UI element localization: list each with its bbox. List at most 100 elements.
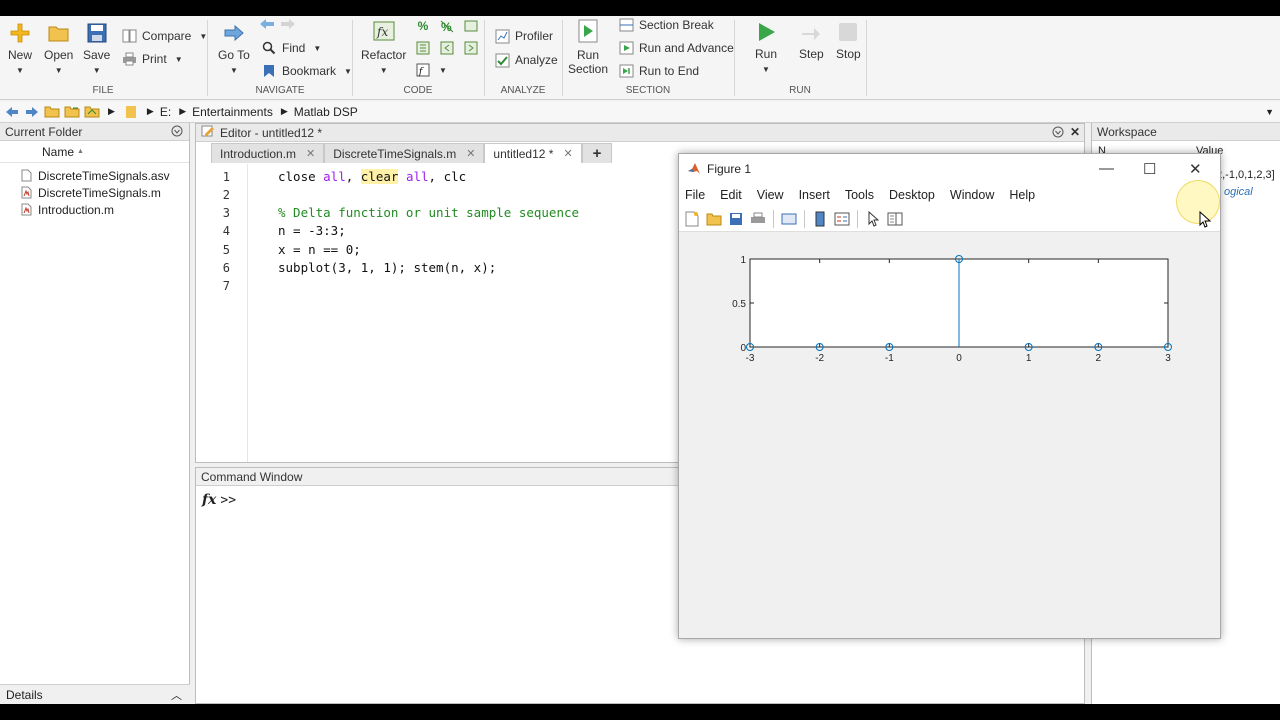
insert-legend-icon[interactable] [833,210,851,228]
run-button[interactable]: Run ▼ [754,21,778,74]
figure-titlebar[interactable]: Figure 1 — ☐ ✕ [679,154,1220,184]
tab-untitled12[interactable]: untitled12 * ✕ [484,143,582,163]
open-button-label: Open [44,48,74,62]
file-item[interactable]: DiscreteTimeSignals.asv [0,167,189,184]
bookmark-button[interactable]: Bookmark ▼ [261,63,352,79]
group-label-run: RUN [789,85,811,96]
find-button-label: Find [282,41,306,55]
decrease-indent-icon[interactable] [439,40,455,56]
stop-button[interactable]: Stop [836,21,861,61]
uncomment-icon[interactable]: % [439,18,455,34]
edit-plot-cursor-icon[interactable] [864,210,882,228]
workspace-header: Workspace [1092,123,1280,141]
minimize-icon[interactable]: — [1099,160,1114,177]
comment-percent-icon[interactable]: % [415,18,431,34]
insert-colorbar-icon[interactable] [811,210,829,228]
function-browser-icon[interactable]: fx [202,492,216,508]
name-column-header[interactable]: Name ▲ [0,141,189,163]
print-figure-icon[interactable] [749,210,767,228]
address-dropdown-icon[interactable]: ▼ [1265,107,1274,117]
run-to-end-icon [618,63,634,79]
forward-icon[interactable] [24,105,40,119]
chevron-up-icon[interactable]: ︿ [171,687,182,703]
print-button[interactable]: Print ▼ [121,51,183,67]
menu-tools[interactable]: Tools [845,188,874,202]
new-figure-icon[interactable] [683,210,701,228]
details-panel-header[interactable]: Details ︿ [0,684,190,704]
smart-indent-icon[interactable] [415,40,431,56]
maximize-icon[interactable]: ☐ [1143,160,1156,178]
details-label: Details [6,687,43,702]
compare-button[interactable]: Compare ▼ [121,28,207,44]
breadcrumb-matlab-dsp[interactable]: Matlab DSP [294,105,358,119]
back-arrow-icon[interactable] [259,16,275,32]
svg-text:fx: fx [376,25,388,39]
property-editor-icon[interactable] [886,210,904,228]
go-to-button[interactable]: Go To ▼ [218,22,250,75]
code-tools-row-1: % % [415,18,479,34]
open-button[interactable]: Open ▼ [44,22,73,75]
menu-desktop[interactable]: Desktop [889,188,935,202]
menu-insert[interactable]: Insert [799,188,830,202]
up-folder-icon[interactable] [44,105,60,119]
workspace-value-x[interactable]: ogical [1224,186,1253,198]
menu-window[interactable]: Window [950,188,994,202]
analyze-check-icon [494,52,510,68]
tab-introduction[interactable]: Introduction.m ✕ [211,143,325,163]
printer-icon [121,51,137,67]
folder-open-icon [47,22,71,44]
close-window-icon[interactable]: ✕ [1189,160,1202,178]
line-number: 7 [222,279,230,293]
link-plot-icon[interactable] [780,210,798,228]
line-number: 1 [222,170,230,184]
browse-arrow-icon[interactable] [84,105,100,119]
open-file-icon[interactable] [705,210,723,228]
close-tab-icon[interactable]: ✕ [306,147,315,160]
line-number: 6 [222,261,230,275]
breadcrumb-separator-icon: ▶ [146,106,154,116]
breadcrumb-drive[interactable]: E: [160,105,171,119]
workspace-value-n[interactable]: 2,-1,0,1,2,3] [1216,169,1275,181]
run-and-advance-button[interactable]: Run and Advance [618,40,734,56]
forward-arrow-icon[interactable] [280,16,296,32]
menu-file[interactable]: File [685,188,705,202]
run-section-button[interactable]: Run Section [568,18,608,76]
section-break-button[interactable]: Section Break [618,17,714,33]
file-item[interactable]: DiscreteTimeSignals.m [0,184,189,201]
editor-header: Editor - untitled12 * ✕ [196,124,1084,142]
back-forward-buttons[interactable] [259,16,296,32]
save-button[interactable]: Save ▼ [83,22,110,75]
new-button[interactable]: New ▼ [8,22,32,75]
increase-indent-icon[interactable] [463,40,479,56]
stem-plot[interactable]: -3 -2 -1 0 1 2 3 0 0.5 1 [679,234,1220,394]
close-icon[interactable]: ✕ [1070,125,1080,139]
mouse-cursor-highlight [1176,180,1220,228]
section-break-icon [618,17,634,33]
menu-help[interactable]: Help [1009,188,1035,202]
step-button[interactable]: Step [799,21,824,61]
file-item[interactable]: Introduction.m [0,201,189,218]
tab-discretetimesignals[interactable]: DiscreteTimeSignals.m ✕ [324,143,485,163]
browse-folder-icon[interactable] [64,105,80,119]
insert-function-button[interactable]: f ▼ [415,62,447,78]
wrap-comments-icon[interactable] [463,18,479,34]
name-column-label: Name [42,144,75,159]
breadcrumb-entertainments[interactable]: Entertainments [192,105,273,119]
refactor-button[interactable]: fx Refactor ▼ [361,18,406,75]
analyze-button[interactable]: Analyze [494,52,558,68]
close-tab-icon[interactable]: ✕ [563,147,572,160]
find-button[interactable]: Find ▼ [261,40,321,56]
close-tab-icon[interactable]: ✕ [466,147,475,160]
print-button-label: Print [142,52,167,66]
menu-edit[interactable]: Edit [720,188,742,202]
new-tab-button[interactable]: + [581,143,613,163]
panel-actions-icon[interactable] [1052,126,1064,141]
back-icon[interactable] [4,105,20,119]
run-section-icon [576,18,600,44]
profiler-button[interactable]: Profiler [494,28,553,44]
menu-view[interactable]: View [757,188,784,202]
save-figure-icon[interactable] [727,210,745,228]
run-to-end-button[interactable]: Run to End [618,63,699,79]
command-prompt[interactable]: fx >> [202,492,236,508]
panel-actions-icon[interactable] [171,125,183,140]
